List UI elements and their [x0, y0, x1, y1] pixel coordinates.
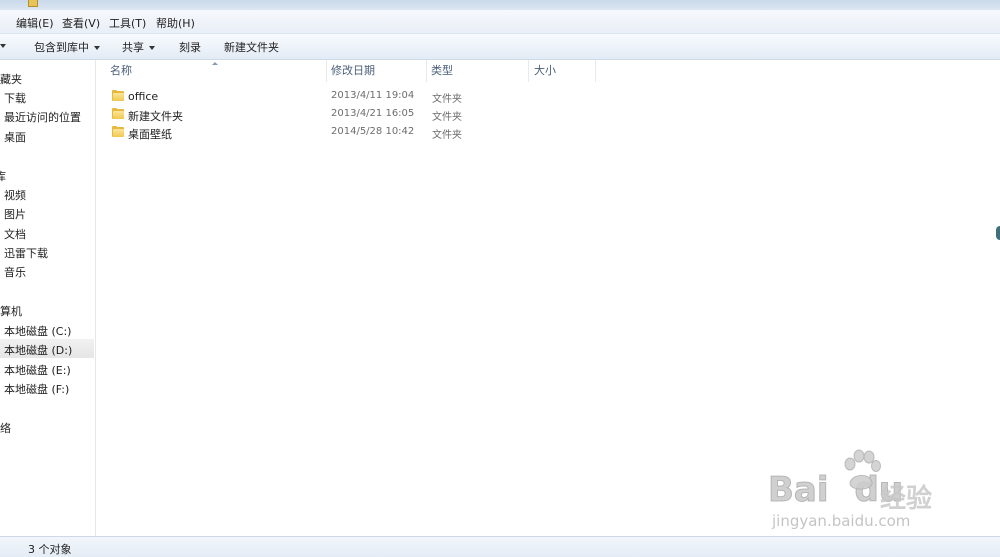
column-modified[interactable]: 修改日期: [331, 60, 375, 82]
burn-button[interactable]: 刻录: [179, 39, 201, 55]
share-button[interactable]: 共享: [122, 39, 155, 55]
file-type: 文件夹: [432, 112, 462, 123]
menu-bar: 编辑(E) 查看(V) 工具(T) 帮助(H): [0, 10, 1000, 34]
chevron-down-icon[interactable]: [0, 44, 6, 48]
menu-tools[interactable]: 工具(T): [107, 14, 148, 32]
file-row[interactable]: 新建文件夹 2013/4/21 16:05 文件夹: [108, 106, 628, 124]
nav-music[interactable]: 音乐: [4, 264, 26, 280]
watermark-jingyan: 经验: [880, 484, 933, 514]
nav-downloads[interactable]: 下载: [4, 90, 26, 106]
nav-drive-c[interactable]: 本地磁盘 (C:): [4, 323, 71, 339]
nav-drive-e[interactable]: 本地磁盘 (E:): [4, 362, 71, 378]
file-name: 新建文件夹: [128, 110, 183, 123]
file-modified: 2014/5/28 10:42: [331, 126, 415, 137]
nav-pictures[interactable]: 图片: [4, 206, 26, 222]
new-folder-button[interactable]: 新建文件夹: [224, 39, 279, 55]
item-count: 3 个对象: [28, 543, 72, 556]
nav-documents[interactable]: 文档: [4, 226, 26, 242]
column-divider[interactable]: [528, 60, 529, 82]
command-bar: 包含到库中 共享 刻录 新建文件夹: [0, 34, 1000, 60]
window-folder-icon: [28, 0, 38, 7]
column-divider[interactable]: [595, 60, 596, 82]
nav-drive-d-label: 本地磁盘 (D:): [4, 344, 73, 357]
column-type[interactable]: 类型: [431, 60, 453, 82]
folder-icon: [112, 108, 124, 119]
file-name: office: [128, 90, 159, 103]
folder-icon: [112, 126, 124, 137]
file-type: 文件夹: [432, 94, 462, 105]
nav-recent-places[interactable]: 最近访问的位置: [4, 109, 81, 125]
nav-computer[interactable]: 计算机: [0, 303, 22, 319]
title-bar: [0, 0, 1000, 10]
file-name: 桌面壁纸: [128, 128, 172, 141]
nav-xunlei-downloads[interactable]: 迅雷下载: [4, 245, 48, 261]
chevron-down-icon: [149, 46, 155, 50]
file-type: 文件夹: [432, 130, 462, 141]
nav-drive-d[interactable]: 本地磁盘 (D:): [0, 339, 94, 358]
navigation-pane: 收藏夹 下载 最近访问的位置 桌面 库 视频 图片 文档 迅雷下载 音乐 计算机…: [0, 60, 96, 536]
nav-videos[interactable]: 视频: [4, 187, 26, 203]
nav-libraries[interactable]: 库: [0, 168, 6, 184]
include-in-library-label: 包含到库中: [34, 41, 89, 54]
folder-icon: [112, 90, 124, 101]
chevron-down-icon: [94, 46, 100, 50]
column-size[interactable]: 大小: [534, 60, 556, 82]
include-in-library-button[interactable]: 包含到库中: [34, 39, 100, 55]
nav-desktop[interactable]: 桌面: [4, 129, 26, 145]
status-bar: 3 个对象: [0, 536, 1000, 557]
baidu-paw-icon: [844, 449, 881, 490]
scrollbar-edge[interactable]: [996, 226, 1000, 240]
file-modified: 2013/4/21 16:05: [331, 108, 415, 119]
column-divider[interactable]: [326, 60, 327, 82]
watermark-domain: jingyan.baidu.com: [772, 512, 911, 530]
baidu-jingyan-watermark: Bai du 经验 jingyan.baidu.com: [762, 448, 952, 538]
share-label: 共享: [122, 41, 144, 54]
file-row[interactable]: 桌面壁纸 2014/5/28 10:42 文件夹: [108, 124, 628, 142]
menu-view[interactable]: 查看(V): [60, 14, 102, 32]
menu-edit[interactable]: 编辑(E): [14, 14, 56, 32]
sort-ascending-icon: [212, 62, 218, 65]
column-name[interactable]: 名称: [110, 60, 132, 82]
menu-help[interactable]: 帮助(H): [154, 14, 197, 32]
file-row[interactable]: office 2013/4/11 19:04 文件夹: [108, 88, 628, 106]
nav-drive-f[interactable]: 本地磁盘 (F:): [4, 381, 69, 397]
nav-network[interactable]: 网络: [0, 420, 11, 436]
column-divider[interactable]: [426, 60, 427, 82]
file-modified: 2013/4/11 19:04: [331, 90, 415, 101]
nav-favorites[interactable]: 收藏夹: [0, 71, 22, 87]
